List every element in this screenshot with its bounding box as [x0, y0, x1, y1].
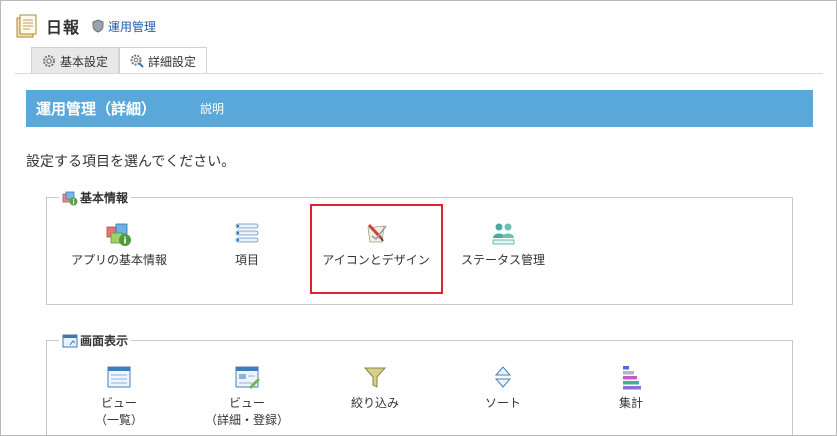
aggregate-icon [623, 366, 641, 390]
view-list-item[interactable]: ビュー （一覧） [59, 363, 179, 429]
section-title-bar: 運用管理（詳細） 説明 [26, 90, 813, 127]
tab-basic-settings[interactable]: 基本設定 [31, 47, 120, 74]
svg-text:i: i [72, 199, 74, 206]
app-window: 日報 運用管理 基本設定 詳細設定 運用管理（詳細） 説明 設定する項目を選んで… [0, 0, 837, 436]
status-management-label: ステータス管理 [460, 253, 545, 267]
sort-icon [494, 366, 512, 388]
app-info-icon: i [106, 223, 131, 247]
tab-detail-settings-label: 詳細設定 [148, 54, 197, 69]
basic-info-legend-label: 基本情報 [80, 191, 129, 205]
aggregate-item[interactable]: 集計 [571, 363, 691, 412]
svg-text:i: i [123, 237, 126, 247]
filter-icon [363, 367, 387, 388]
fields-item[interactable]: 項目 [187, 220, 307, 269]
view-detail-icon [235, 366, 260, 389]
view-detail-label-2: （詳細・登録） [204, 413, 289, 427]
admin-link-label: 運用管理 [108, 19, 157, 34]
view-list-label-2: （一覧） [94, 413, 143, 427]
screen-display-legend: 画面表示 [59, 332, 132, 349]
aggregate-label: 集計 [618, 396, 643, 410]
highlight-box [310, 204, 443, 294]
settings-tabs: 基本設定 詳細設定 [31, 47, 208, 74]
screen-display-icon [62, 334, 78, 347]
basic-info-icon: i [62, 191, 78, 206]
help-link[interactable]: 説明 [200, 100, 224, 117]
fields-list-icon [235, 223, 259, 243]
sort-item[interactable]: ソート [443, 363, 563, 412]
admin-link[interactable]: 運用管理 [92, 18, 156, 35]
status-management-icon [492, 223, 515, 245]
gear-icon [43, 55, 55, 67]
tab-basic-settings-label: 基本設定 [60, 54, 109, 69]
fields-label: 項目 [234, 253, 259, 267]
shield-icon [92, 19, 104, 33]
tabs-divider [15, 73, 823, 74]
daily-report-app-icon [16, 14, 37, 38]
app-basic-info-item[interactable]: i アプリの基本情報 [59, 220, 179, 269]
gear-magnifier-icon [130, 54, 144, 68]
screen-display-legend-label: 画面表示 [80, 334, 129, 348]
status-management-item[interactable]: ステータス管理 [443, 220, 563, 269]
view-list-label-1: ビュー [100, 396, 137, 410]
filter-label: 絞り込み [350, 396, 399, 410]
view-detail-item[interactable]: ビュー （詳細・登録） [187, 363, 307, 429]
view-list-icon [107, 366, 131, 388]
instruction-text: 設定する項目を選んでください。 [26, 154, 236, 170]
filter-item[interactable]: 絞り込み [315, 363, 435, 412]
app-basic-info-label: アプリの基本情報 [70, 253, 167, 267]
view-detail-label-1: ビュー [228, 396, 265, 410]
app-header: 日報 運用管理 [15, 11, 156, 41]
app-title: 日報 [46, 18, 81, 37]
screen-display-group: 画面表示 ビュー （一覧） ビュー （詳細・登録） 絞り込み ソート 集計 [46, 332, 793, 435]
sort-label: ソート [484, 396, 521, 410]
tab-detail-settings[interactable]: 詳細設定 [119, 47, 208, 74]
basic-info-legend: i 基本情報 [59, 189, 132, 206]
page-title: 運用管理（詳細） [36, 100, 157, 118]
